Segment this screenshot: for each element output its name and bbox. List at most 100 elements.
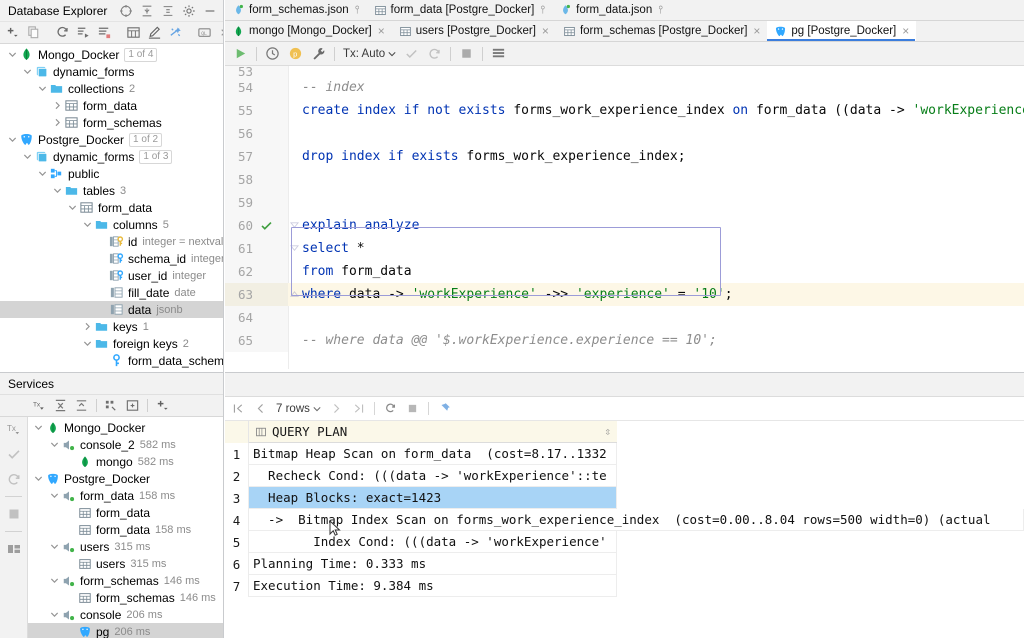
tree-item-form-data-schema-id-[interactable]: form_data_schema_id_ (0, 352, 223, 369)
line-gutter[interactable]: 60 (225, 214, 288, 237)
table-row[interactable]: 4 -> Bitmap Index Scan on forms_work_exp… (225, 509, 1024, 531)
close-icon[interactable]: × (378, 25, 385, 37)
editor-tab-form-schemas-json[interactable]: form_schemas.json ⫯ (225, 0, 367, 20)
code-line-57[interactable]: 57 drop index if exists forms_work_experi… (225, 145, 1024, 168)
group-icon[interactable] (104, 398, 119, 413)
service-item-postgre-docker[interactable]: Postgre_Docker (28, 470, 223, 487)
line-gutter[interactable]: 56 (225, 122, 288, 145)
column-header-query-plan[interactable]: QUERY PLAN ⇳ (249, 424, 617, 439)
row-count-selector[interactable]: 7 rows (276, 403, 321, 415)
table-row[interactable]: 6 Planning Time: 0.333 ms (225, 553, 1024, 575)
table-row[interactable]: 7 Execution Time: 9.384 ms (225, 575, 1024, 597)
code-line-55[interactable]: 55 create index if not exists forms_work_… (225, 99, 1024, 122)
chevron-right-icon[interactable] (81, 318, 94, 335)
sql-code-editor[interactable]: 53 54 -- index 55 create index if not exists… (225, 66, 1024, 369)
chevron-down-icon[interactable] (21, 63, 34, 80)
minimize-icon[interactable] (203, 4, 217, 18)
code-line-63[interactable]: 63 where data -> 'workExperience' ->> 'ex… (225, 283, 1024, 306)
refresh-icon[interactable] (384, 402, 397, 415)
tree-item-postgre-docker[interactable]: Postgre_Docker 1 of 2 (0, 131, 223, 148)
service-item-console[interactable]: console 206 ms (28, 606, 223, 623)
service-item-users[interactable]: users 315 ms (28, 555, 223, 572)
editor-tab-form-schemas-postgre-docker-[interactable]: form_schemas [Postgre_Docker] × (556, 21, 767, 41)
expand-all-icon[interactable] (161, 4, 175, 18)
code-line-65[interactable]: 65 -- where data @@ '$.workExperience.exp… (225, 329, 1024, 352)
code-line-58[interactable]: 58 (225, 168, 1024, 191)
pin-icon[interactable]: ⫯ (658, 4, 663, 16)
line-gutter[interactable]: 58 (225, 168, 288, 191)
chevron-down-icon[interactable] (48, 538, 61, 555)
chevron-down-icon[interactable] (48, 436, 61, 453)
tree-item-form-data[interactable]: form_data (0, 97, 223, 114)
service-item-form-schemas[interactable]: form_schemas 146 ms (28, 589, 223, 606)
tree-item-mongo-docker[interactable]: Mongo_Docker 1 of 4 (0, 46, 223, 63)
gear-icon[interactable] (182, 4, 196, 18)
service-item-form-data[interactable]: form_data 158 ms (28, 521, 223, 538)
tree-item-schema-id[interactable]: schema_id integer (0, 250, 223, 267)
tree-item-tables[interactable]: tables 3 (0, 182, 223, 199)
chevron-down-icon[interactable] (6, 46, 19, 63)
stop-icon[interactable] (6, 506, 22, 522)
console-icon[interactable]: QL (197, 25, 212, 40)
tree-item-public[interactable]: public (0, 165, 223, 182)
chevron-right-icon[interactable] (51, 97, 64, 114)
chevron-right-icon[interactable] (51, 114, 64, 131)
editor-tab-form-data-postgre-docker-[interactable]: form_data [Postgre_Docker] ⫯ (367, 0, 553, 20)
more-icon[interactable] (218, 25, 223, 40)
tree-item-data[interactable]: data jsonb (0, 301, 223, 318)
code-line-56[interactable]: 56 (225, 122, 1024, 145)
line-gutter[interactable]: 62 (225, 260, 288, 283)
data-grid-icon[interactable] (491, 46, 506, 61)
line-gutter[interactable]: 65 (225, 329, 288, 352)
line-gutter[interactable]: 53 (225, 66, 288, 76)
code-line-53[interactable]: 53 (225, 66, 1024, 76)
run-icon[interactable] (233, 46, 248, 61)
code-line-60[interactable]: 60 explain analyze (225, 214, 1024, 237)
chevron-down-icon[interactable] (48, 487, 61, 504)
chevron-down-icon[interactable] (51, 182, 64, 199)
rollback-icon[interactable] (6, 471, 22, 487)
chevron-down-icon[interactable] (32, 419, 45, 436)
code-line-64[interactable]: 64 (225, 306, 1024, 329)
schema-badge-icon[interactable]: p (288, 46, 303, 61)
service-item-pg[interactable]: pg 206 ms (28, 623, 223, 638)
query-plan-cell[interactable]: Recheck Cond: (((data -> 'workExperience… (249, 465, 617, 487)
tree-item-columns[interactable]: columns 5 (0, 216, 223, 233)
table-row[interactable]: 5 Index Cond: (((data -> 'workExperience… (225, 531, 1024, 553)
copy-icon[interactable] (26, 25, 41, 40)
code-fold-down-icon[interactable] (288, 221, 300, 230)
add-tab-icon[interactable] (125, 398, 140, 413)
run-script-icon[interactable] (76, 25, 91, 40)
service-item-mongo[interactable]: mongo 582 ms (28, 453, 223, 470)
prev-page-icon[interactable] (254, 402, 267, 415)
table-row[interactable]: 2 Recheck Cond: (((data -> 'workExperien… (225, 465, 1024, 487)
history-icon[interactable] (265, 46, 280, 61)
modify-icon[interactable] (147, 25, 162, 40)
query-plan-cell[interactable]: Bitmap Heap Scan on form_data (cost=8.17… (249, 443, 617, 465)
table-editor-icon[interactable] (126, 25, 141, 40)
add-icon[interactable] (155, 398, 170, 413)
chevron-down-icon[interactable] (81, 335, 94, 352)
chevron-down-icon[interactable] (81, 216, 94, 233)
chevron-down-icon[interactable] (36, 165, 49, 182)
tx-dropdown-icon[interactable]: Tx (32, 398, 47, 413)
close-icon[interactable]: × (753, 25, 760, 37)
service-item-form-schemas[interactable]: form_schemas 146 ms (28, 572, 223, 589)
tree-item-form-schemas[interactable]: form_schemas (0, 114, 223, 131)
editor-tab-mongo-mongo-docker-[interactable]: mongo [Mongo_Docker] × (225, 21, 392, 41)
layout-icon[interactable] (6, 541, 22, 557)
query-plan-cell[interactable]: -> Bitmap Index Scan on forms_work_exper… (249, 509, 1024, 531)
line-gutter[interactable]: 55 (225, 99, 288, 122)
chevron-down-icon[interactable] (48, 572, 61, 589)
line-gutter[interactable]: 63 (225, 283, 288, 306)
database-tree[interactable]: Mongo_Docker 1 of 4 dynamic_forms collectio… (0, 44, 223, 369)
service-item-console-2[interactable]: console_2 582 ms (28, 436, 223, 453)
tree-item-dynamic-forms[interactable]: dynamic_forms (0, 63, 223, 80)
results-tab-strip[interactable] (225, 373, 1024, 397)
chevron-down-icon[interactable] (48, 606, 61, 623)
tx-icon[interactable]: Tx (6, 421, 22, 437)
table-row[interactable]: 3 Heap Blocks: exact=1423 (225, 487, 1024, 509)
code-fold-up-icon[interactable] (288, 290, 300, 299)
editor-tab-form-data-json[interactable]: form_data.json ⫯ (552, 0, 670, 20)
next-page-icon[interactable] (330, 402, 343, 415)
